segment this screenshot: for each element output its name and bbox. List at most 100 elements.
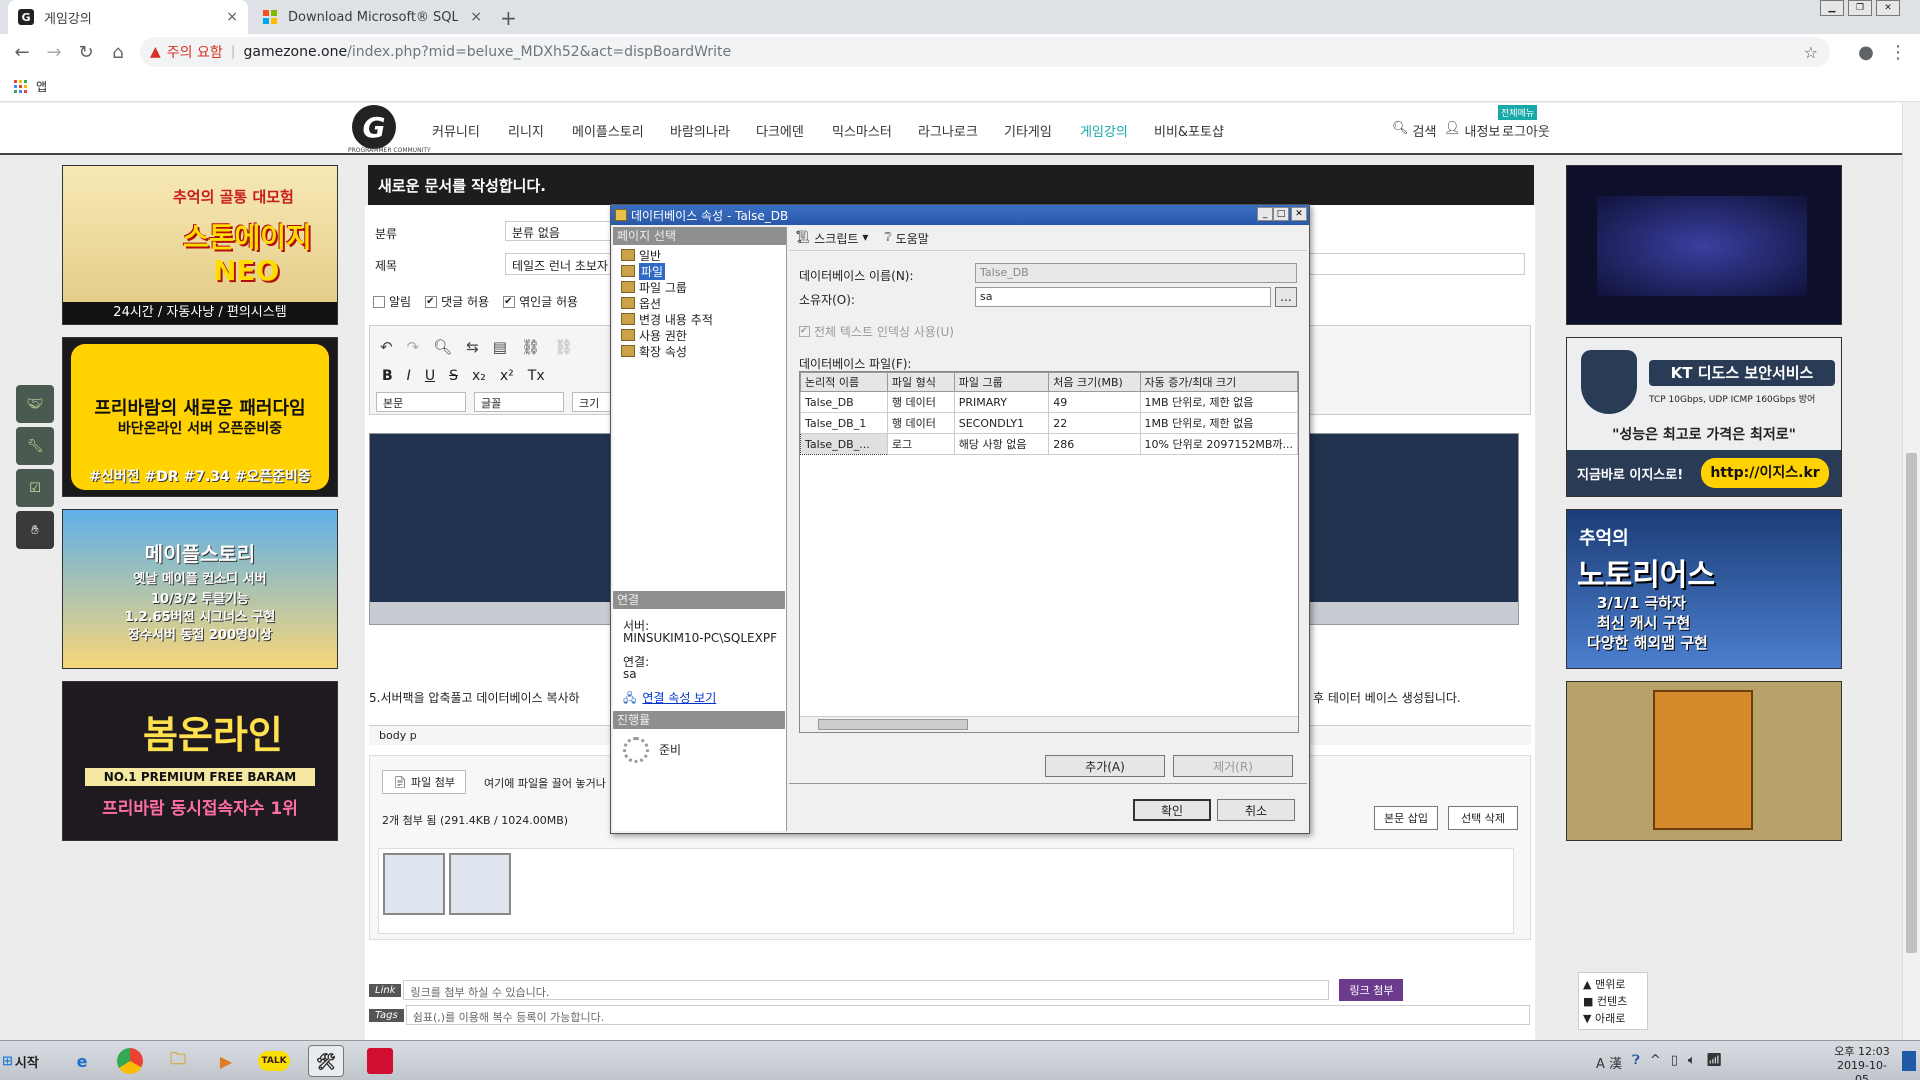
ad-notorious[interactable]: 추억의 노토리어스 3/1/1 극하자 최신 캐시 구현 다양한 해외맵 구현 <box>1566 509 1842 669</box>
my-info-link[interactable]: 👤︎ 내정보 <box>1444 121 1500 140</box>
owner-input[interactable]: sa <box>975 287 1271 307</box>
nav-community[interactable]: 커뮤니티 <box>432 121 480 140</box>
table-row[interactable]: Talse_DB_... 로그 해당 사항 없음 286 10% 단위로 2097152… <box>800 433 1298 455</box>
delete-selected-button[interactable]: 선택 삭제 <box>1448 806 1518 830</box>
redo-icon[interactable]: ↷ <box>407 338 420 356</box>
logout-link[interactable]: 로그아웃 <box>1502 121 1550 140</box>
body-text[interactable]: 5.서버팩을 압축풀고 데이터베이스 복사하 <box>369 689 580 706</box>
find-icon[interactable]: 🔍︎ <box>433 338 452 356</box>
start-button[interactable]: ⊞ 시작 <box>2 1045 50 1077</box>
subscript-icon[interactable]: x₂ <box>472 368 486 384</box>
db-name-input[interactable]: Talse_DB <box>975 263 1297 283</box>
ok-button[interactable]: 확인 <box>1133 799 1211 821</box>
attach-file-button[interactable]: 📄︎ 파일 첨부 <box>382 770 466 794</box>
restore-button[interactable]: ❐ <box>1848 0 1872 16</box>
tab-gamezone[interactable]: G 게임강의 × <box>8 0 248 34</box>
site-logo[interactable]: G <box>352 105 396 149</box>
col-initial-size[interactable]: 처음 크기(MB) <box>1048 372 1141 392</box>
nav-other-games[interactable]: 기타게임 <box>1004 121 1052 140</box>
forward-icon[interactable]: → <box>42 40 66 64</box>
page-files[interactable]: 파일 <box>621 262 778 280</box>
superscript-icon[interactable]: x² <box>500 368 514 384</box>
nav-darkeden[interactable]: 다크에덴 <box>756 121 804 140</box>
tab-sql-download[interactable]: Download Microsoft® SQL Ser × <box>252 0 492 34</box>
page-filegroups[interactable]: 파일 그룹 <box>621 279 778 295</box>
nav-ragnarok[interactable]: 라그나로크 <box>918 121 978 140</box>
kakaotalk-icon[interactable]: TALK <box>256 1045 292 1077</box>
bold-icon[interactable]: B <box>382 368 393 384</box>
close-window-button[interactable]: ✕ <box>1876 0 1900 16</box>
size-select[interactable]: 크기 <box>572 392 612 412</box>
ad-bomonline[interactable]: 봄온라인 NO.1 PREMIUM FREE BARAM 프리바람 동시접속자수… <box>62 681 338 841</box>
underline-icon[interactable]: U <box>425 368 435 384</box>
attachment-thumbnail[interactable] <box>449 853 511 915</box>
scroll-top-link[interactable]: ▲ 맨위로 <box>1583 976 1643 993</box>
dialog-maximize-button[interactable]: □ <box>1273 207 1289 221</box>
address-bar[interactable]: ▲ 주의 요함 | gamezone.one /index.php?mid=be… <box>140 37 1830 67</box>
format-select[interactable]: 본문 <box>376 392 466 412</box>
script-button[interactable]: 📜︎ 스크립트 ▾ <box>795 230 868 247</box>
nav-maplestory[interactable]: 메이플스토리 <box>572 121 644 140</box>
close-tab-icon[interactable]: × <box>226 9 238 25</box>
tray-expand-icon[interactable]: ^ <box>1650 1053 1661 1072</box>
ssms-tools-icon[interactable]: 🛠︎ <box>308 1045 344 1077</box>
new-tab-button[interactable]: + <box>500 6 517 30</box>
table-row[interactable]: Talse_DB_1 행 데이터 SECONDLY1 22 1MB 단위로, 제한 없음 <box>800 412 1298 434</box>
attach-link-button[interactable]: 링크 첨부 <box>1339 979 1404 1001</box>
close-tab-icon[interactable]: × <box>470 9 482 25</box>
reload-icon[interactable]: ↻ <box>74 40 98 64</box>
tags-input[interactable]: 쉼표(,)를 이용해 복수 등록이 가능합니다. <box>405 1005 1530 1025</box>
apps-bookmark[interactable]: 앱 <box>14 78 47 95</box>
chrome-icon[interactable] <box>112 1045 148 1077</box>
ime-icon[interactable]: A 漢 <box>1596 1053 1622 1072</box>
table-row[interactable]: Talse_DB 행 데이터 PRIMARY 49 1MB 단위로, 제한 없음 <box>800 391 1298 413</box>
ie-icon[interactable]: e <box>64 1045 100 1077</box>
body-text-tail[interactable]: 후 테이터 베이스 생성됩니다. <box>1313 689 1461 706</box>
replace-icon[interactable]: ⇆ <box>466 338 479 356</box>
home-icon[interactable]: ⌂ <box>106 40 130 64</box>
grid-horizontal-scrollbar[interactable] <box>800 716 1298 732</box>
scroll-content-link[interactable]: ■ 컨텐츠 <box>1583 993 1643 1010</box>
page-extended-properties[interactable]: 확장 속성 <box>621 343 778 359</box>
show-desktop-button[interactable] <box>1902 1051 1916 1071</box>
insert-body-button[interactable]: 본문 삽입 <box>1374 806 1438 830</box>
menu-icon[interactable]: ⋮ <box>1886 40 1910 64</box>
page-options[interactable]: 옵션 <box>621 295 778 311</box>
wrench-icon[interactable]: 🔧︎ <box>16 427 54 465</box>
volume-icon[interactable]: 🔈︎ <box>1688 1053 1696 1072</box>
page-permissions[interactable]: 사용 권한 <box>621 327 778 343</box>
undo-icon[interactable]: ↶ <box>380 338 393 356</box>
allow-trackback-checkbox[interactable]: ✔ 엮인글 허용 <box>503 293 578 310</box>
attachment-thumbnail[interactable] <box>383 853 445 915</box>
ad-game-screenshot[interactable] <box>1566 165 1842 325</box>
nav-mixmaster[interactable]: 믹스마스터 <box>832 121 892 140</box>
clock[interactable]: 오후 12:03 2019-10-05 <box>1832 1045 1892 1080</box>
col-autogrowth[interactable]: 자동 증가/최대 크기 <box>1139 372 1298 392</box>
link-input[interactable]: 링크를 첨부 하실 수 있습니다. <box>403 980 1330 1000</box>
dialog-minimize-button[interactable]: _ <box>1257 207 1273 221</box>
back-icon[interactable]: ← <box>10 40 34 64</box>
category-select[interactable]: 분류 없음 <box>505 221 615 241</box>
font-select[interactable]: 글꼴 <box>474 392 564 412</box>
help-button[interactable]: ❔︎ 도움말 <box>884 230 928 247</box>
battery-icon[interactable]: ▯ <box>1671 1053 1678 1072</box>
nav-lineage[interactable]: 리니지 <box>508 121 544 140</box>
link-icon[interactable]: ⛓︎ <box>521 338 540 356</box>
remove-file-button[interactable]: 제거(R) <box>1173 755 1293 777</box>
scroll-bottom-link[interactable]: ▼ 아래로 <box>1583 1010 1643 1027</box>
dialog-close-button[interactable]: ✕ <box>1291 207 1307 221</box>
ad-kt-ddos[interactable]: KT 디도스 보안서비스 TCP 10Gbps, UDP ICMP 160Gbp… <box>1566 337 1842 497</box>
page-general[interactable]: 일반 <box>621 247 778 263</box>
allow-comments-checkbox[interactable]: ✔ 댓글 허용 <box>425 293 489 310</box>
unlink-icon[interactable]: ⛓︎ <box>554 338 573 356</box>
clear-format-icon[interactable]: Tx <box>528 368 545 384</box>
bookmark-star-icon[interactable]: ☆ <box>1804 43 1818 62</box>
ad-game-window[interactable] <box>1566 681 1842 841</box>
fulltext-checkbox[interactable]: ✔ 전체 텍스트 인덱싱 사용(U) <box>799 323 954 340</box>
checklist-icon[interactable]: ☑ <box>16 469 54 507</box>
nav-baram[interactable]: 바람의나라 <box>670 121 730 140</box>
app-red-icon[interactable] <box>362 1045 398 1077</box>
nav-bibi-photoshop[interactable]: 비비&포토샵 <box>1154 121 1224 140</box>
handshake-icon[interactable]: 🤝︎ <box>16 385 54 423</box>
media-player-icon[interactable]: ▶ <box>208 1045 244 1077</box>
